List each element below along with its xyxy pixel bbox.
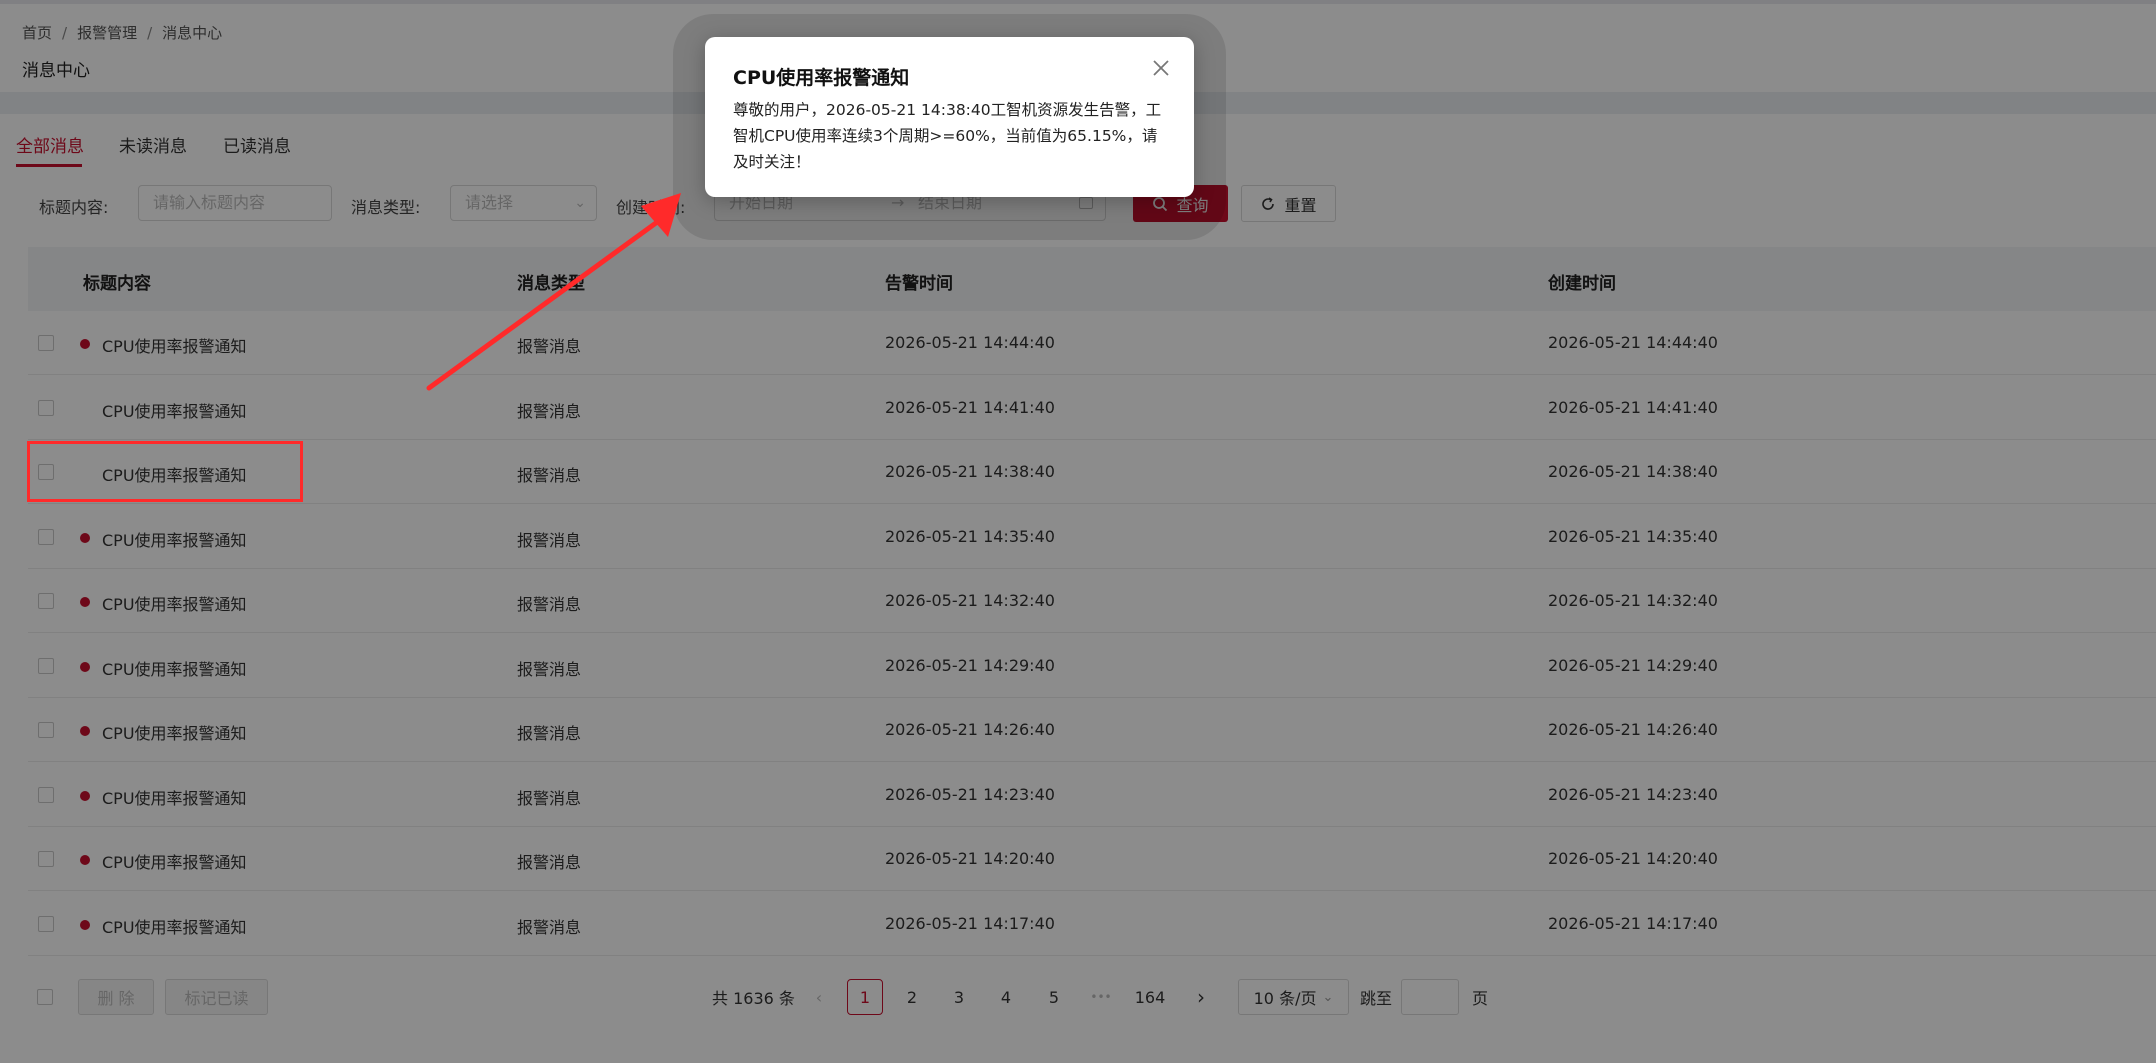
alarm-notification-popup: CPU使用率报警通知 尊敬的用户，2026-05-21 14:38:40工智机资… (705, 37, 1194, 197)
notification-title: CPU使用率报警通知 (733, 67, 910, 89)
row-highlight-annotation (27, 441, 303, 502)
notification-body: 尊敬的用户，2026-05-21 14:38:40工智机资源发生告警，工智机CP… (733, 101, 1162, 171)
close-icon[interactable] (1150, 57, 1172, 79)
